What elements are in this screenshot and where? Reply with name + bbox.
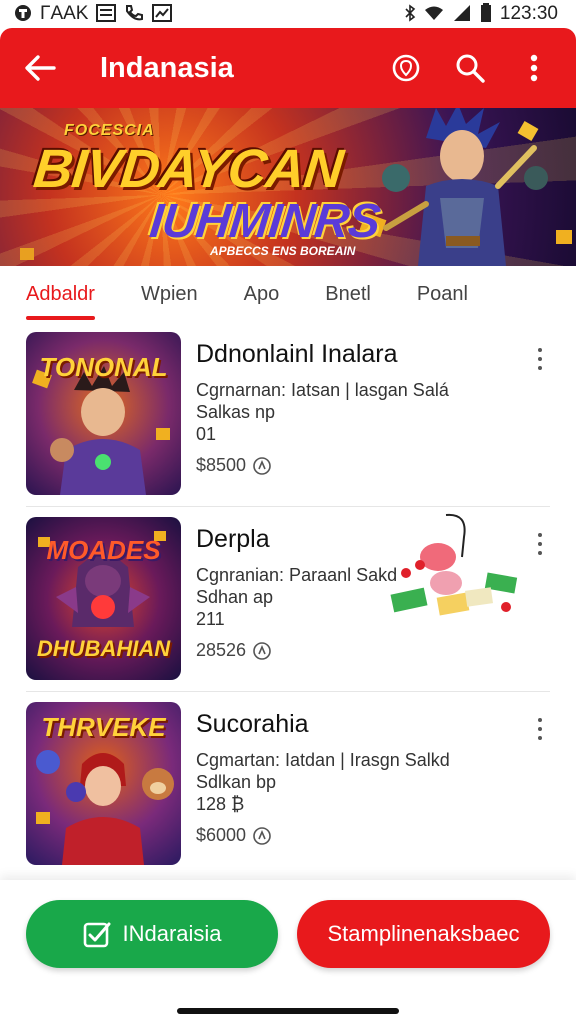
item-desc-line1: Cgrnarnan: Iatsan | lasgan Salá — [196, 380, 449, 400]
more-vert-icon — [530, 54, 538, 82]
item-meta: Sucorahia Cgmartan: Iatdan | Irasgn Salk… — [196, 710, 520, 846]
signal-icon — [452, 4, 472, 25]
item-price: $8500 — [196, 455, 247, 475]
banner-title-line1: BIVDAYCAN — [30, 139, 346, 199]
game-thumbnail: TONONAL — [26, 332, 181, 495]
coin-icon — [253, 456, 271, 475]
thumbnail-title: THRVEKE — [41, 712, 166, 742]
tab-0[interactable]: Adbaldr — [26, 266, 95, 322]
status-time: 123:30 — [499, 3, 558, 24]
item-price: $6000 — [196, 825, 247, 845]
thumbnail-title: TONONAL — [39, 352, 168, 382]
primary-button[interactable]: INdaraisia — [26, 900, 278, 968]
status-bar: ΓAAK 123:30 — [0, 0, 576, 28]
item-name: Ddnonlainl Inalara — [196, 340, 398, 368]
item-price: 28526 — [196, 640, 247, 660]
item-desc-line3: 01 — [196, 424, 217, 444]
item-meta: Ddnonlainl Inalara Cgrnarnan: Iatsan | l… — [196, 340, 520, 476]
location-button[interactable] — [380, 42, 432, 94]
battery-icon — [480, 2, 492, 26]
more-options-button[interactable] — [508, 42, 560, 94]
promo-banner[interactable]: FOCESCIA BIVDAYCAN IUHMINRS APBECCS ENS … — [0, 108, 576, 266]
tab-1[interactable]: Wpien — [141, 266, 198, 322]
search-icon — [456, 54, 485, 83]
bluetooth-icon — [404, 3, 416, 25]
tab-3[interactable]: Bnetl — [325, 266, 371, 322]
banner-subtitle: APBECCS ENS BOREAIN — [210, 244, 356, 258]
page-title: Indanasia — [100, 51, 234, 84]
wifi-icon — [424, 5, 444, 24]
list-item[interactable]: THRVEKE Sucorahia Cgmartan: Iatdan | Ira… — [26, 692, 550, 877]
bottom-action-bar: INdaraisia Stamplinenaksbaec — [0, 880, 576, 1024]
list-item[interactable]: MOADES DHUBAHIAN Derpla Cgnranian: Paraa… — [26, 507, 550, 692]
item-desc-line1: Cgmartan: Iatdan | Irasgn Salkd — [196, 750, 450, 770]
location-icon — [392, 54, 420, 82]
back-arrow-icon — [25, 55, 56, 81]
game-thumbnail: MOADES DHUBAHIAN — [26, 517, 181, 680]
check-square-icon — [82, 919, 112, 949]
item-desc-line3: 128 ₿ — [196, 794, 245, 814]
coin-icon — [253, 826, 271, 845]
item-price-row: $8500 — [196, 455, 520, 476]
item-name: Sucorahia — [196, 710, 309, 738]
app-bar: Indanasia — [0, 28, 576, 108]
item-desc-line2: Salkas np — [196, 402, 276, 422]
coin-icon — [253, 641, 271, 660]
status-left-text: ΓAAK — [40, 3, 89, 24]
search-button[interactable] — [444, 42, 496, 94]
game-list: TONONAL Ddnonlainl Inalara Cgrnarnan: Ia… — [0, 322, 576, 877]
primary-button-label: INdaraisia — [122, 921, 222, 946]
app-icon — [14, 4, 32, 25]
image-icon — [96, 3, 117, 25]
tab-2[interactable]: Apo — [244, 266, 280, 322]
tab-4[interactable]: Poanl — [417, 266, 468, 322]
item-desc-line2: Sdlkan bp — [196, 772, 277, 792]
chart-icon — [152, 3, 173, 25]
item-price-row: 28526 — [196, 640, 520, 661]
game-thumbnail: THRVEKE — [26, 702, 181, 865]
secondary-button-label: Stamplinenaksbaec — [327, 921, 520, 946]
secondary-button[interactable]: Stamplinenaksbaec — [297, 900, 550, 968]
category-tabs: Adbaldr Wpien Apo Bnetl Poanl — [0, 266, 576, 322]
item-more-button[interactable] — [530, 344, 550, 374]
banner-hero-illustration — [382, 108, 548, 266]
status-left: ΓAAK — [14, 3, 173, 25]
phone-icon — [124, 4, 144, 25]
side-illustration — [390, 513, 518, 616]
status-right: 123:30 — [404, 2, 558, 26]
list-item[interactable]: TONONAL Ddnonlainl Inalara Cgrnarnan: Ia… — [26, 322, 550, 507]
home-indicator[interactable] — [177, 1008, 399, 1014]
banner-title-line2: IUHMINRS — [147, 195, 383, 248]
back-button[interactable] — [16, 44, 64, 92]
item-more-button[interactable] — [530, 529, 550, 559]
thumbnail-title: MOADES — [46, 535, 161, 565]
thumbnail-subtitle: DHUBAHIAN — [36, 636, 171, 661]
item-price-row: $6000 — [196, 825, 520, 846]
item-more-button[interactable] — [530, 714, 550, 744]
